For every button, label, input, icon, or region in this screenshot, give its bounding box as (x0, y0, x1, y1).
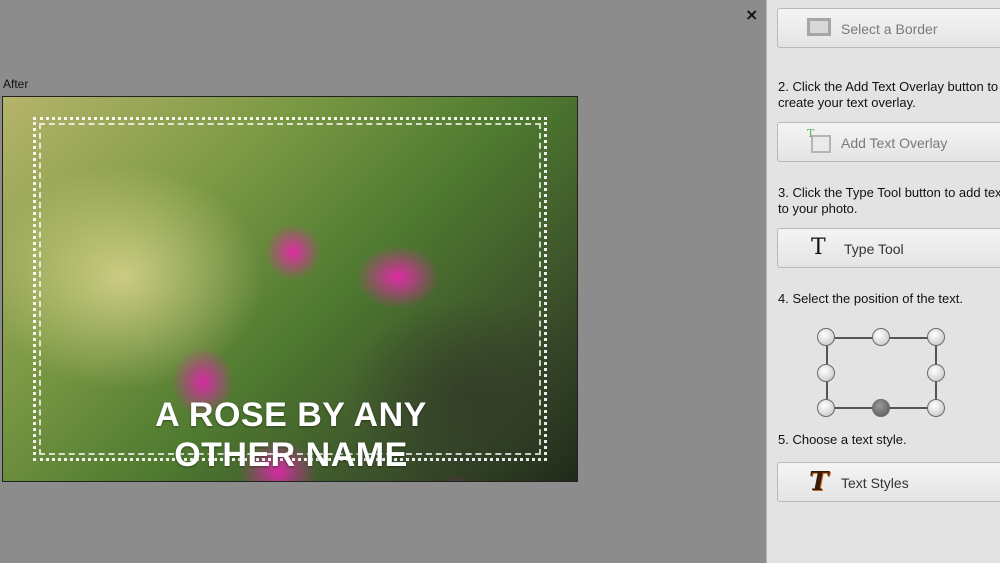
position-top-left[interactable] (817, 328, 835, 346)
step-4-instruction: 4. Select the position of the text. (778, 291, 964, 306)
type-tool-button[interactable]: T Type Tool (777, 228, 1000, 268)
add-text-overlay-button[interactable]: T Add Text Overlay (777, 122, 1000, 162)
type-tool-label: Type Tool (844, 241, 904, 257)
photo-preview: A ROSE BY ANY OTHER NAME (2, 96, 578, 482)
after-label: After (3, 77, 29, 91)
position-top-center[interactable] (872, 328, 890, 346)
guided-edit-panel: Select a Border 2. Click the Add Text Ov… (766, 0, 1000, 563)
text-styles-button[interactable]: T Text Styles (777, 462, 1000, 502)
position-middle-right[interactable] (927, 364, 945, 382)
close-icon[interactable]: × (745, 7, 759, 23)
position-bottom-right[interactable] (927, 399, 945, 417)
type-tool-icon: T (811, 235, 826, 260)
position-top-right[interactable] (927, 328, 945, 346)
step-2-instruction: 2. Click the Add Text Overlay button to … (778, 79, 999, 110)
position-middle-left[interactable] (817, 364, 835, 382)
text-styles-label: Text Styles (841, 475, 909, 491)
add-text-overlay-label: Add Text Overlay (841, 135, 948, 151)
text-overlay-line-1: A ROSE BY ANY (155, 396, 427, 434)
step-5-instruction: 5. Choose a text style. (778, 432, 907, 447)
text-styles-icon: T (809, 467, 829, 497)
border-icon (807, 18, 831, 36)
select-border-label: Select a Border (841, 21, 938, 37)
select-border-button[interactable]: Select a Border (777, 8, 1000, 48)
position-bottom-center[interactable] (872, 399, 890, 417)
text-overlay-line-2: OTHER NAME (174, 436, 408, 474)
step-3-instruction: 3. Click the Type Tool button to add tex… (778, 185, 1000, 216)
canvas-area: × After A ROSE BY ANY OTHER NAME (0, 0, 766, 563)
text-overlay-icon: T (807, 127, 831, 153)
position-bottom-left[interactable] (817, 399, 835, 417)
